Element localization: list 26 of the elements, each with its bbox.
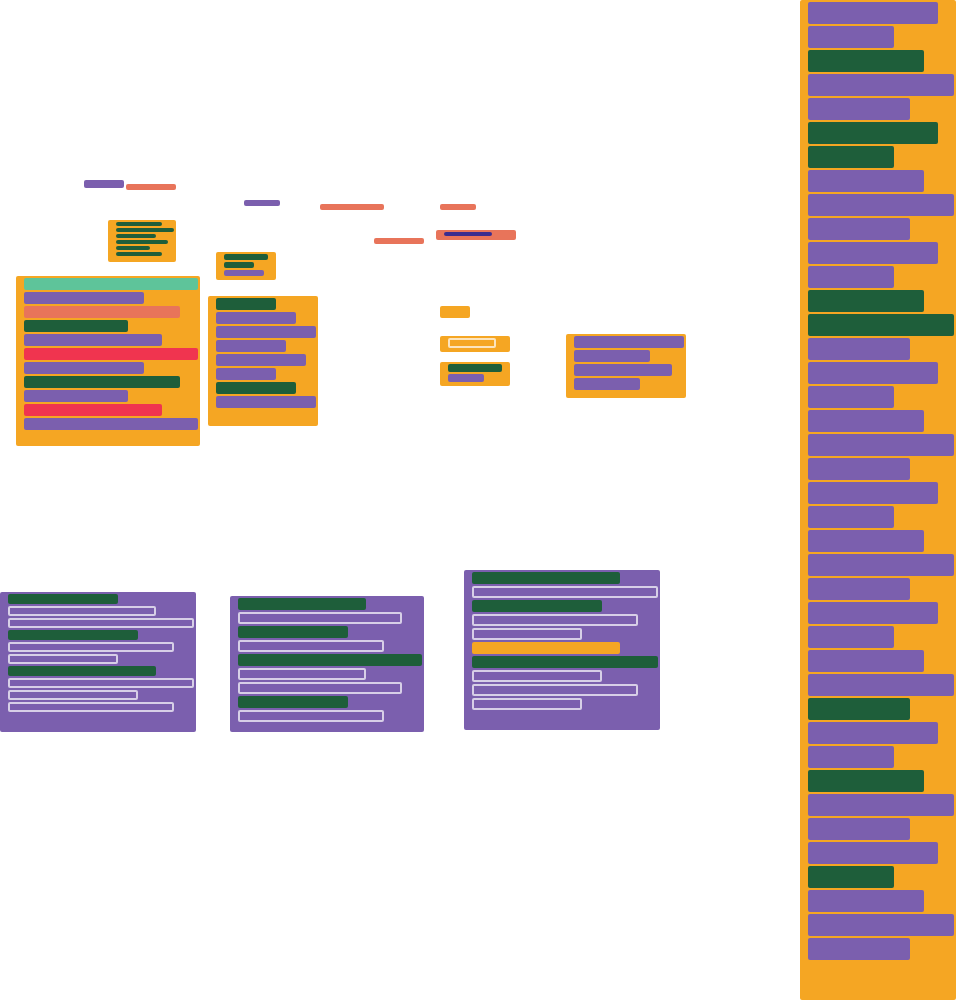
- code-block[interactable]: [238, 668, 366, 680]
- code-block[interactable]: [472, 698, 582, 710]
- code-block[interactable]: [8, 678, 194, 688]
- code-block[interactable]: [238, 682, 402, 694]
- code-block-stack[interactable]: [0, 592, 196, 732]
- code-block[interactable]: [472, 684, 638, 696]
- code-block[interactable]: [448, 338, 496, 348]
- code-block[interactable]: [8, 642, 174, 652]
- code-block[interactable]: [8, 702, 174, 712]
- code-block[interactable]: [472, 628, 582, 640]
- code-block[interactable]: [472, 586, 658, 598]
- code-block[interactable]: [8, 690, 138, 700]
- code-block[interactable]: [238, 710, 384, 722]
- code-block[interactable]: [224, 262, 254, 268]
- code-block-stack[interactable]: [436, 230, 516, 240]
- code-block[interactable]: [8, 618, 194, 628]
- code-block[interactable]: [472, 614, 638, 626]
- code-block[interactable]: [8, 654, 118, 664]
- code-block-stack[interactable]: [108, 220, 176, 262]
- code-block-stack[interactable]: [230, 596, 424, 732]
- code-block-stack[interactable]: [216, 252, 276, 280]
- code-block[interactable]: [238, 612, 402, 624]
- code-block-stack[interactable]: [464, 570, 660, 730]
- code-block[interactable]: [8, 606, 156, 616]
- code-block[interactable]: [238, 640, 384, 652]
- code-block[interactable]: [472, 670, 602, 682]
